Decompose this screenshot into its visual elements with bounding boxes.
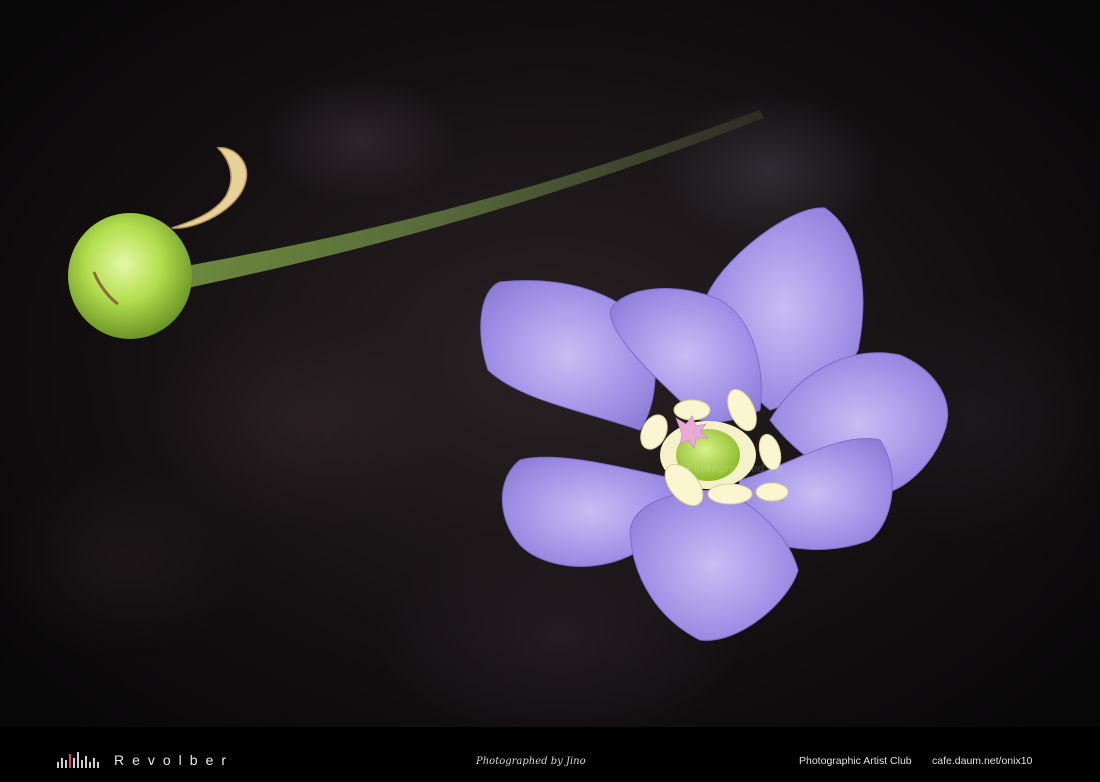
dried-sepal [171, 147, 248, 229]
brand-name: Revolber [114, 752, 235, 768]
photo: Photographed by [0, 0, 1100, 727]
club-name: Photographic Artist Club [799, 755, 912, 767]
flower-illustration [68, 110, 949, 641]
watermark-text: Photographed by [686, 462, 782, 475]
club-url: cafe.daum.net/onix10 [932, 755, 1033, 767]
photographer-credit: Photographed by Jino [476, 756, 586, 767]
stem [175, 110, 764, 290]
revolber-logo-icon [57, 748, 101, 768]
green-bud [68, 213, 192, 339]
